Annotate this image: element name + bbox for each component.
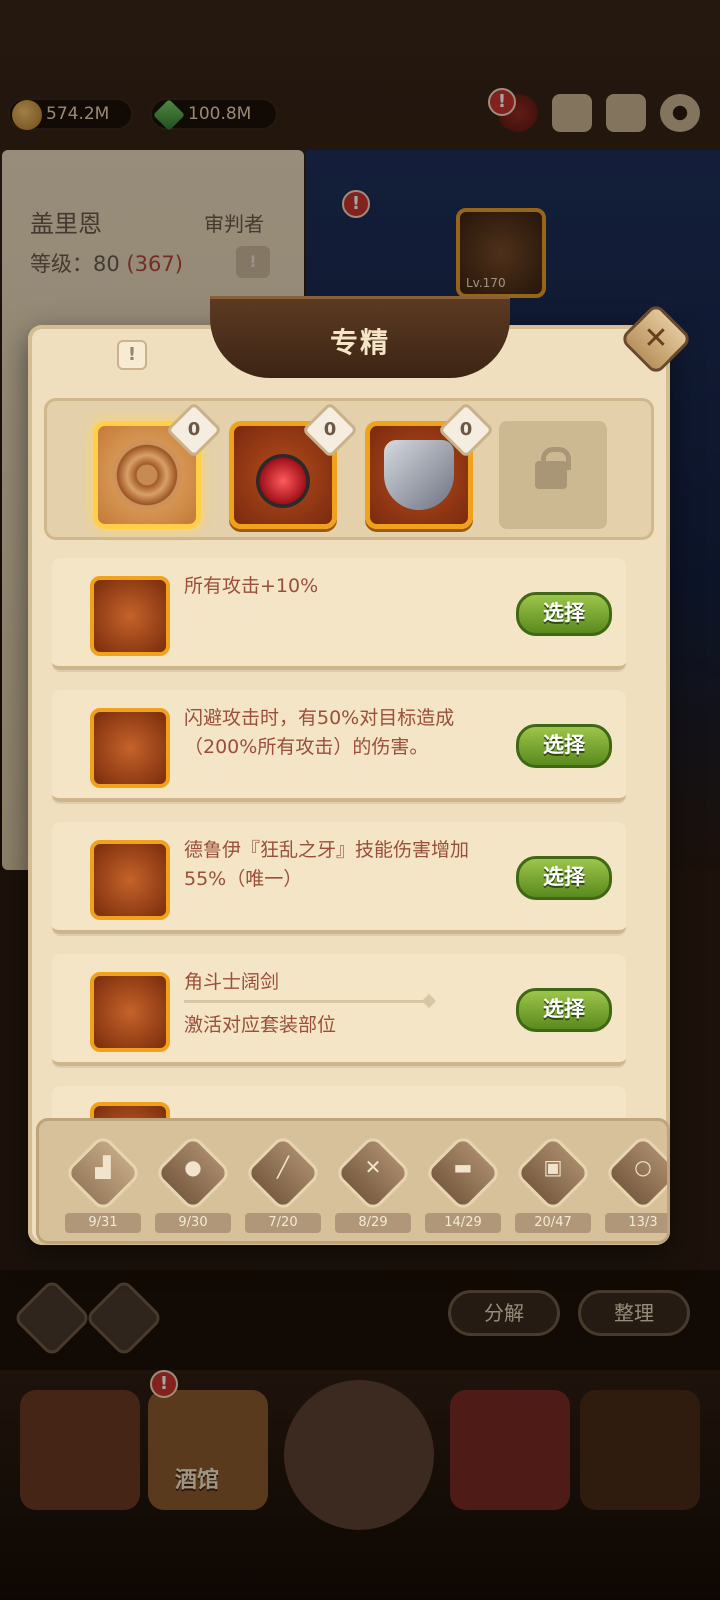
title-banner: 专精 xyxy=(210,296,510,378)
tab-count: 14/29 xyxy=(425,1213,501,1233)
select-button[interactable]: 选择 xyxy=(516,988,612,1032)
slot-locked xyxy=(499,421,607,529)
tab-drumstick[interactable]: ● 9/30 xyxy=(153,1133,233,1237)
lock-icon xyxy=(535,447,571,489)
curved-blade-icon xyxy=(90,840,170,920)
tab-count: 9/31 xyxy=(65,1213,141,1233)
slot-gauntlet[interactable]: 0 xyxy=(365,401,495,529)
select-button[interactable]: 选择 xyxy=(516,592,612,636)
sword-icon xyxy=(90,576,170,656)
tab-count: 20/47 xyxy=(515,1213,591,1233)
close-icon[interactable]: ✕ xyxy=(630,313,682,365)
tab-sword[interactable]: ╱ 7/20 xyxy=(243,1133,323,1237)
category-tabs: ▟ 9/31 ● 9/30 ╱ 7/20 ✕ 8/29 ▬ 14/29 ▣ 20… xyxy=(36,1118,670,1244)
tab-count: 9/30 xyxy=(155,1213,231,1233)
amulet-icon xyxy=(112,440,182,510)
dialog-title: 专精 xyxy=(329,326,390,359)
option-text: 所有攻击+10% xyxy=(184,575,319,597)
slot-amulet[interactable]: 0 xyxy=(93,401,223,529)
specialization-slots: 0 0 0 xyxy=(44,398,654,540)
tab-staff[interactable]: ○ 13/3 xyxy=(603,1133,667,1237)
option-card: 所有攻击+10% 选择 xyxy=(52,558,626,670)
tab-count: 7/20 xyxy=(245,1213,321,1233)
ruby-pendant-icon xyxy=(256,454,310,508)
option-text: 德鲁伊『狂乱之牙』技能伤害增加55%（唯一） xyxy=(184,839,470,890)
slot-pendant[interactable]: 0 xyxy=(229,401,359,529)
option-subtext: 激活对应套装部位 xyxy=(184,1014,337,1036)
select-button[interactable]: 选择 xyxy=(516,856,612,900)
divider xyxy=(184,1000,428,1003)
gauntlet-icon xyxy=(384,440,454,510)
tab-shield[interactable]: ✕ 8/29 xyxy=(333,1133,413,1237)
eye-icon[interactable]: 0 xyxy=(174,410,214,450)
gladiator-sword-icon xyxy=(90,972,170,1052)
option-title: 角斗士阔剑 xyxy=(184,971,280,993)
tab-book[interactable]: ▬ 14/29 xyxy=(423,1133,503,1237)
eye-icon[interactable]: 0 xyxy=(446,410,486,450)
eye-icon[interactable]: 0 xyxy=(310,410,350,450)
select-button[interactable]: 选择 xyxy=(516,724,612,768)
tab-helmet[interactable]: ▣ 20/47 xyxy=(513,1133,593,1237)
option-text: 闪避攻击时，有50%对目标造成（200%所有攻击）的伤害。 xyxy=(184,707,455,758)
tab-count: 8/29 xyxy=(335,1213,411,1233)
option-card: 德鲁伊『狂乱之牙』技能伤害增加55%（唯一） 选择 xyxy=(52,822,626,934)
option-card: 闪避攻击时，有50%对目标造成（200%所有攻击）的伤害。 选择 xyxy=(52,690,626,802)
option-card: 角斗士阔剑 激活对应套装部位 选择 xyxy=(52,954,626,1066)
tab-count: 13/3 xyxy=(605,1213,667,1233)
dagger-icon xyxy=(90,708,170,788)
tab-boot[interactable]: ▟ 9/31 xyxy=(63,1133,143,1237)
info-icon[interactable]: ! xyxy=(117,340,147,370)
